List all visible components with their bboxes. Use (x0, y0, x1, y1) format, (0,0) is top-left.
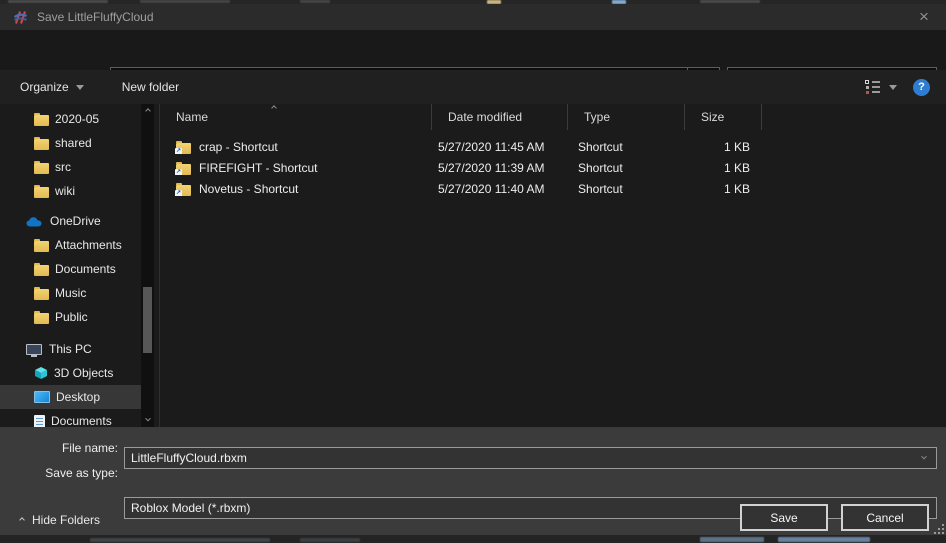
folder-icon (34, 187, 49, 198)
tree-item-wiki[interactable]: wiki (0, 179, 141, 203)
new-folder-button[interactable]: New folder (112, 70, 189, 104)
content-area: 2020-05 shared src wiki OneDrive Attachm… (0, 104, 946, 427)
shortcut-folder-icon (176, 185, 191, 196)
hide-folders-label: Hide Folders (32, 513, 100, 527)
save-button[interactable]: Save (740, 504, 828, 531)
organize-label: Organize (20, 80, 69, 94)
column-header-name[interactable]: Name (160, 104, 432, 130)
view-mode-button[interactable] (863, 80, 899, 94)
title-bar: Save LittleFluffyCloud × (0, 4, 946, 30)
shortcut-folder-icon (176, 164, 191, 175)
tree-item-3d-objects[interactable]: 3D Objects (0, 361, 141, 385)
file-list: Name Date modified Type Size crap - Shor… (160, 104, 946, 427)
onedrive-icon (26, 216, 43, 227)
file-name-label: File name: (0, 441, 118, 455)
chevron-down-icon (889, 85, 897, 90)
column-header-size[interactable]: Size (685, 104, 762, 130)
tree-item-2020-05[interactable]: 2020-05 (0, 107, 141, 131)
folder-icon (34, 115, 49, 126)
chevron-up-icon (19, 517, 25, 523)
file-name-dropdown-button[interactable] (912, 456, 936, 460)
tree-item-src[interactable]: src (0, 155, 141, 179)
computer-icon (26, 344, 42, 355)
folder-icon (34, 265, 49, 276)
chevron-up-icon (145, 108, 151, 114)
resize-grip[interactable] (930, 521, 944, 534)
shortcut-folder-icon (176, 143, 191, 154)
folder-icon (34, 313, 49, 324)
tree-item-public[interactable]: Public (0, 305, 141, 329)
document-icon (34, 415, 45, 428)
tree-item-desktop[interactable]: Desktop (0, 385, 141, 409)
new-folder-label: New folder (122, 80, 179, 94)
3d-cube-icon (34, 366, 48, 380)
tree-item-this-pc[interactable]: This PC (0, 337, 141, 361)
save-dialog: Save LittleFluffyCloud × ← → ↑ This PC D… (0, 0, 946, 543)
scroll-down-button[interactable] (141, 413, 154, 427)
details-view-icon (865, 80, 880, 94)
close-button[interactable]: × (902, 4, 946, 30)
window-title: Save LittleFluffyCloud (37, 10, 154, 24)
sort-ascending-icon (271, 105, 277, 111)
column-headers: Name Date modified Type Size (160, 104, 762, 130)
folder-icon (34, 241, 49, 252)
tree-item-attachments[interactable]: Attachments (0, 233, 141, 257)
organize-button[interactable]: Organize (10, 70, 94, 104)
cancel-button[interactable]: Cancel (841, 504, 929, 531)
novetus-app-icon (12, 9, 29, 26)
file-row-crap-shortcut[interactable]: crap - Shortcut 5/27/2020 11:45 AM Short… (160, 136, 850, 157)
save-as-type-label: Save as type: (0, 466, 118, 480)
tree-item-documents-onedrive[interactable]: Documents (0, 257, 141, 281)
file-row-firefight-shortcut[interactable]: FIREFIGHT - Shortcut 5/27/2020 11:39 AM … (160, 157, 850, 178)
folder-tree: 2020-05 shared src wiki OneDrive Attachm… (0, 104, 160, 427)
column-header-type[interactable]: Type (568, 104, 685, 130)
folder-icon (34, 139, 49, 150)
help-button[interactable]: ? (913, 79, 930, 96)
tree-item-shared[interactable]: shared (0, 131, 141, 155)
folder-icon (34, 163, 49, 174)
tree-item-onedrive[interactable]: OneDrive (0, 209, 141, 233)
scrollbar-thumb[interactable] (143, 287, 152, 353)
folder-icon (34, 289, 49, 300)
command-toolbar: Organize New folder ? (0, 70, 946, 104)
chevron-down-icon (145, 416, 151, 422)
file-row-novetus-shortcut[interactable]: Novetus - Shortcut 5/27/2020 11:40 AM Sh… (160, 178, 850, 199)
scroll-up-button[interactable] (141, 104, 154, 118)
hide-folders-button[interactable]: Hide Folders (20, 510, 100, 530)
navigation-bar: ← → ↑ This PC Desktop ↻ (0, 30, 946, 70)
tree-item-music[interactable]: Music (0, 281, 141, 305)
chevron-down-icon (76, 85, 84, 90)
column-header-date-modified[interactable]: Date modified (432, 104, 568, 130)
desktop-icon (34, 391, 50, 403)
background-window-artifacts-bottom (0, 535, 946, 543)
chevron-down-icon (921, 454, 927, 460)
tree-scrollbar[interactable] (141, 104, 154, 427)
